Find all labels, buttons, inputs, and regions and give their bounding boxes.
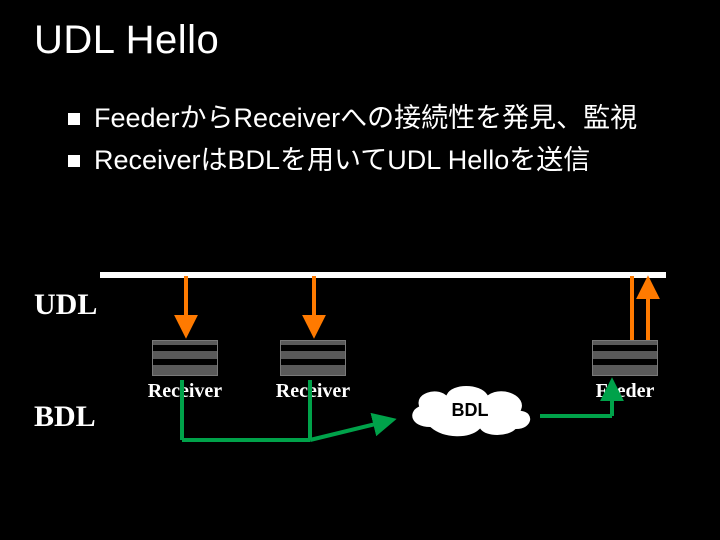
receiver-bdl-arrows: [182, 380, 612, 440]
feeder-label: Feeder: [580, 380, 670, 403]
bdl-label: BDL: [34, 400, 96, 434]
list-item: FeederからReceiverへの接続性を発見、監視: [68, 98, 690, 140]
router-icon: [280, 340, 346, 376]
slide-title: UDL Hello: [34, 18, 219, 63]
square-bullet-icon: [68, 113, 80, 125]
receiver-node: Receiver: [140, 340, 230, 403]
receiver-label: Receiver: [268, 380, 358, 403]
router-icon: [152, 340, 218, 376]
feeder-node: Feeder: [580, 340, 670, 403]
udl-label: UDL: [34, 288, 97, 322]
slide: UDL Hello FeederからReceiverへの接続性を発見、監視 Re…: [0, 0, 720, 540]
bullet-list: FeederからReceiverへの接続性を発見、監視 ReceiverはBDL…: [68, 98, 690, 182]
network-diagram: UDL BDL Receiver Receiver Feeder BDL: [0, 230, 720, 510]
bullet-text: ReceiverはBDLを用いてUDL Helloを送信: [94, 140, 590, 182]
feeder-to-receiver-arrows: [186, 276, 648, 340]
cloud-label: BDL: [400, 400, 540, 421]
router-icon: [592, 340, 658, 376]
bullet-text: FeederからReceiverへの接続性を発見、監視: [94, 98, 637, 140]
receiver-label: Receiver: [140, 380, 230, 403]
list-item: ReceiverはBDLを用いてUDL Helloを送信: [68, 140, 690, 182]
receiver-node: Receiver: [268, 340, 358, 403]
square-bullet-icon: [68, 155, 80, 167]
bdl-cloud: BDL: [400, 378, 540, 442]
udl-bus-line: [100, 272, 666, 278]
